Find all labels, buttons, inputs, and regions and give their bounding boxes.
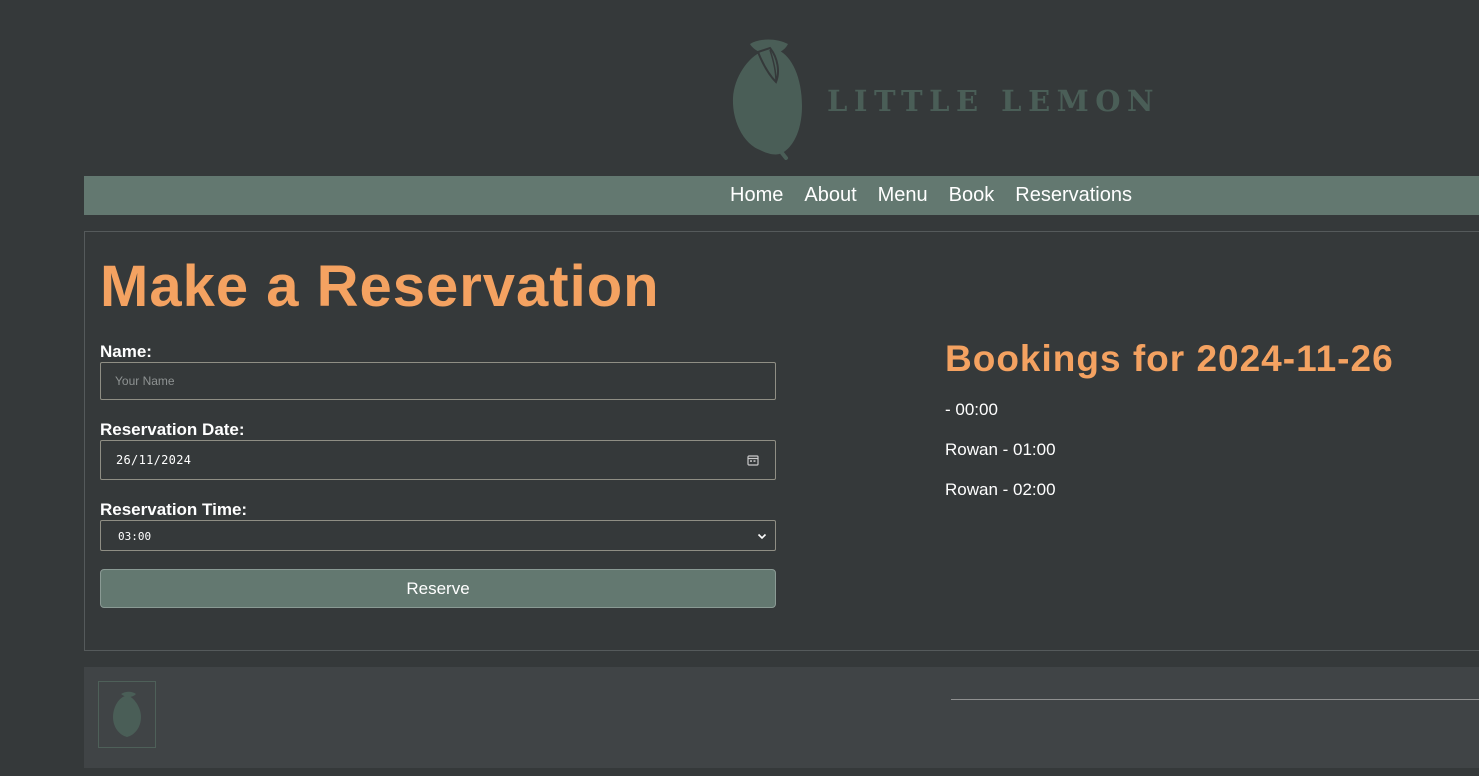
bookings-title: Bookings for 2024-11-26 [945,338,1394,379]
booking-item: Rowan - 01:00 [945,440,1056,459]
footer-logo[interactable] [98,681,156,748]
site-footer [84,667,1479,768]
nav-reservations[interactable]: Reservations [1015,184,1132,207]
booking-item: - 00:00 [945,400,998,419]
calendar-icon[interactable] [747,454,759,466]
lemon-icon [113,691,141,737]
time-label: Reservation Time: [100,500,248,519]
booking-item: Rowan - 02:00 [945,480,1056,499]
nav-about[interactable]: About [804,184,856,207]
main-nav: Home About Menu Book Reservations [84,176,1479,215]
footer-divider [951,699,1479,700]
date-label: Reservation Date: [100,420,245,439]
reserve-button[interactable]: Reserve [100,569,776,608]
date-input[interactable]: 26/11/2024 [100,440,776,480]
reservation-section: Make a Reservation Name: Reservation Dat… [84,231,1479,651]
nav-home[interactable]: Home [730,184,783,207]
lemon-icon [732,39,802,160]
time-select[interactable]: 03:00 [100,520,776,551]
date-value: 26/11/2024 [116,453,192,467]
site-header: LITTLE LEMON [0,0,1479,176]
chevron-down-icon [757,533,767,540]
nav-menu[interactable]: Menu [878,184,928,207]
name-label: Name: [100,342,152,361]
site-logo[interactable]: LITTLE LEMON [730,36,1170,160]
name-input[interactable] [100,362,776,400]
page-title: Make a Reservation [100,254,660,319]
time-value: 03:00 [118,530,152,543]
nav-book[interactable]: Book [949,184,995,207]
nav-links: Home About Menu Book Reservations [730,176,1132,215]
booking-list: - 00:00 Rowan - 01:00 Rowan - 02:00 [945,399,1056,519]
logo-text: LITTLE LEMON [827,84,1161,118]
